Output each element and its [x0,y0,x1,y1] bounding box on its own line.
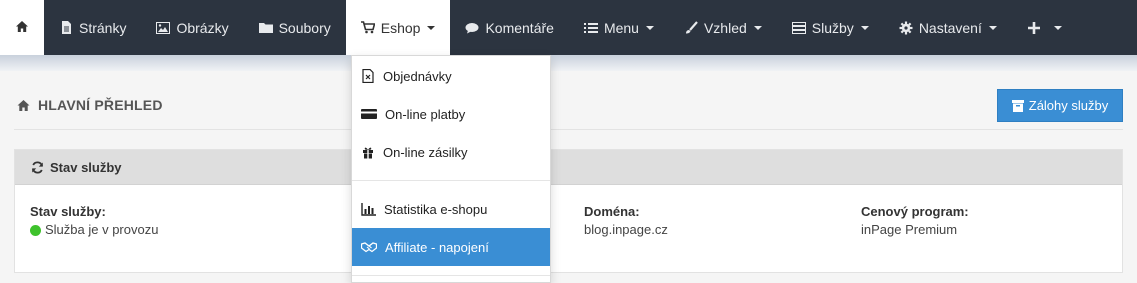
menu-item-online-zasilky[interactable]: On-line zásilky [352,133,550,171]
nav-menu[interactable]: Menu [569,0,669,55]
service-status-panel: Stav služby Stav služby: Služba je v pro… [14,149,1123,273]
menu-item-online-platby[interactable]: On-line platby [352,95,550,133]
nav-label: Stránky [79,19,127,36]
gear-icon [899,21,913,35]
nav-label: Služby [811,19,854,36]
archive-icon [1011,99,1024,112]
domain-value: blog.inpage.cz [584,222,668,237]
panel-heading: Stav služby [15,150,1122,185]
nav-label: Vzhled [703,19,747,36]
status-value: Služba je v provozu [45,222,159,237]
menu-item-label: On-line platby [385,106,466,122]
menu-divider [352,180,550,181]
image-icon [156,21,171,35]
status-info: Stav služby: Služba je v provozu [30,203,158,239]
backup-button-label: Zálohy služby [1028,98,1109,113]
nav-sluzby[interactable]: Služby [777,0,884,55]
nav-label: Komentáře [485,19,554,36]
nav-stranky[interactable]: Stránky [44,0,141,55]
menu-item-label: Objednávky [383,68,452,84]
refresh-icon [32,160,43,174]
caret-down-icon [645,25,654,30]
header-band [0,55,1137,71]
plan-info: Cenový program: inPage Premium [861,203,969,239]
server-icon [791,21,806,35]
nav-home[interactable] [0,0,44,55]
invoice-icon [362,69,374,83]
menu-item-label: Affiliate - napojení [385,239,489,255]
navbar-spacer [1076,0,1137,55]
nav-komentare[interactable]: Komentáře [450,0,568,55]
status-dot-icon [30,224,41,236]
nav-label: Menu [603,19,639,36]
domain-info: Doména: blog.inpage.cz [584,203,668,239]
caret-down-icon [753,25,762,30]
nav-obrazky[interactable]: Obrázky [141,0,243,55]
backup-button[interactable]: Zálohy služby [997,89,1123,122]
caret-down-icon [988,25,997,30]
domain-label: Doména: [584,204,640,219]
menu-item-statistika[interactable]: Statistika e-shopu [352,190,550,228]
nav-nastaveni[interactable]: Nastavení [884,0,1012,55]
page-title: HLAVNÍ PŘEHLED [16,97,163,113]
panel-heading-text: Stav služby [50,159,122,175]
nav-eshop[interactable]: Eshop [345,0,451,55]
nav-label: Soubory [278,19,331,36]
handshake-icon [361,242,377,253]
cart-icon [360,21,375,35]
divider [14,129,1123,130]
menu-item-objednavky[interactable]: Objednávky [352,57,550,95]
home-icon [15,20,29,36]
gift-icon [363,147,373,159]
nav-add[interactable] [1012,0,1077,55]
status-label: Stav služby: [30,204,106,219]
top-navbar: Stránky Obrázky Soubory Eshop Komentáře … [0,0,1137,55]
menu-divider [352,275,550,276]
menu-item-label: Statistika e-shopu [384,201,488,217]
nav-label: Eshop [380,19,421,36]
caret-down-icon [860,25,869,30]
home-icon [17,99,30,111]
folder-icon [258,21,273,35]
list-icon [583,21,598,35]
bar-chart-icon [361,202,376,216]
nav-vzhled[interactable]: Vzhled [669,0,777,55]
credit-card-icon [361,109,377,119]
caret-down-icon [427,25,436,30]
menu-item-label: On-line zásilky [383,144,468,160]
brush-icon [684,20,698,35]
plus-icon [1027,21,1041,35]
comments-icon [465,21,479,35]
nav-label: Obrázky [176,19,229,36]
plan-value: inPage Premium [861,222,958,237]
file-icon [59,21,73,35]
page-title-text: HLAVNÍ PŘEHLED [38,97,163,113]
status-value-row: Služba je v provozu [30,221,158,239]
plan-label: Cenový program: [861,204,969,219]
nav-label: Nastavení [918,19,982,36]
caret-down-icon [1053,25,1062,30]
menu-item-affiliate[interactable]: Affiliate - napojení [352,228,550,266]
nav-soubory[interactable]: Soubory [244,0,346,55]
eshop-dropdown-menu: Objednávky On-line platby On-line zásilk… [351,55,551,283]
